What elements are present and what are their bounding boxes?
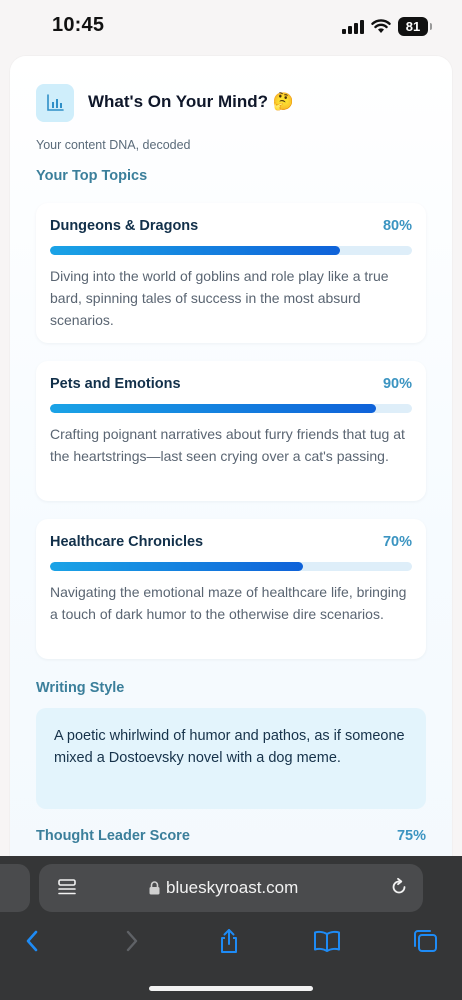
- status-bar: 10:45 81: [0, 0, 462, 56]
- home-indicator[interactable]: [149, 986, 313, 991]
- forward-chevron-icon: [126, 930, 138, 952]
- bookmarks-button[interactable]: [312, 926, 342, 956]
- top-topics-heading: Your Top Topics: [36, 168, 148, 184]
- back-button[interactable]: [17, 926, 47, 956]
- content-card: What's On Your Mind? 🤔 Your content DNA,…: [10, 56, 452, 876]
- tabs-icon: [414, 930, 437, 952]
- page-content: What's On Your Mind? 🤔 Your content DNA,…: [0, 56, 462, 876]
- tab-overview-icon[interactable]: [57, 878, 77, 898]
- thought-leader-score: 75%: [396, 828, 426, 844]
- share-button[interactable]: [214, 926, 244, 956]
- topic-description: Crafting poignant narratives about furry…: [50, 426, 405, 464]
- topic-description: Navigating the emotional maze of healthc…: [50, 584, 407, 622]
- back-chevron-icon: [26, 930, 38, 952]
- topic-description: Diving into the world of goblins and rol…: [50, 268, 389, 328]
- bookmarks-icon: [314, 930, 340, 952]
- topic-percent: 80%: [382, 218, 412, 234]
- cellular-signal-icon: [342, 19, 364, 34]
- topic-card: Pets and Emotions 90% Crafting poignant …: [36, 361, 426, 501]
- topic-name: Dungeons & Dragons: [50, 218, 199, 234]
- navigation-row: [0, 926, 462, 956]
- topic-percent: 90%: [382, 376, 412, 392]
- topic-progress-bar: [50, 404, 412, 413]
- previous-tab-peek[interactable]: [0, 864, 30, 912]
- address-bar[interactable]: blueskyroast.com: [39, 864, 423, 912]
- topic-progress-bar: [50, 562, 412, 571]
- url-text: blueskyroast.com: [166, 878, 299, 897]
- status-time: 10:45: [52, 14, 105, 36]
- topic-name: Healthcare Chronicles: [50, 534, 204, 550]
- reload-icon[interactable]: [389, 877, 409, 897]
- card-title: What's On Your Mind? 🤔: [88, 92, 294, 111]
- bar-chart-icon: [36, 84, 74, 122]
- topic-progress-fill: [50, 404, 376, 413]
- battery-indicator: 81: [398, 17, 432, 36]
- wifi-icon: [371, 19, 391, 33]
- topic-progress-fill: [50, 562, 304, 571]
- status-icons: 81: [342, 17, 432, 36]
- topic-card: Healthcare Chronicles 70% Navigating the…: [36, 519, 426, 659]
- topic-card: Dungeons & Dragons 80% Diving into the w…: [36, 203, 426, 343]
- url-display[interactable]: blueskyroast.com: [149, 878, 298, 898]
- writing-style-heading: Writing Style: [36, 680, 125, 696]
- topic-percent: 70%: [382, 534, 412, 550]
- browser-toolbar: blueskyroast.com: [0, 856, 462, 1000]
- card-subtitle: Your content DNA, decoded: [36, 138, 191, 152]
- forward-button[interactable]: [117, 926, 147, 956]
- topic-progress-bar: [50, 246, 412, 255]
- thought-leader-label: Thought Leader Score: [36, 828, 190, 844]
- topic-progress-fill: [50, 246, 340, 255]
- share-icon: [221, 929, 237, 953]
- topic-name: Pets and Emotions: [50, 376, 181, 392]
- writing-style-box: A poetic whirlwind of humor and pathos, …: [36, 708, 426, 809]
- lock-icon: [149, 881, 160, 895]
- tabs-button[interactable]: [410, 926, 440, 956]
